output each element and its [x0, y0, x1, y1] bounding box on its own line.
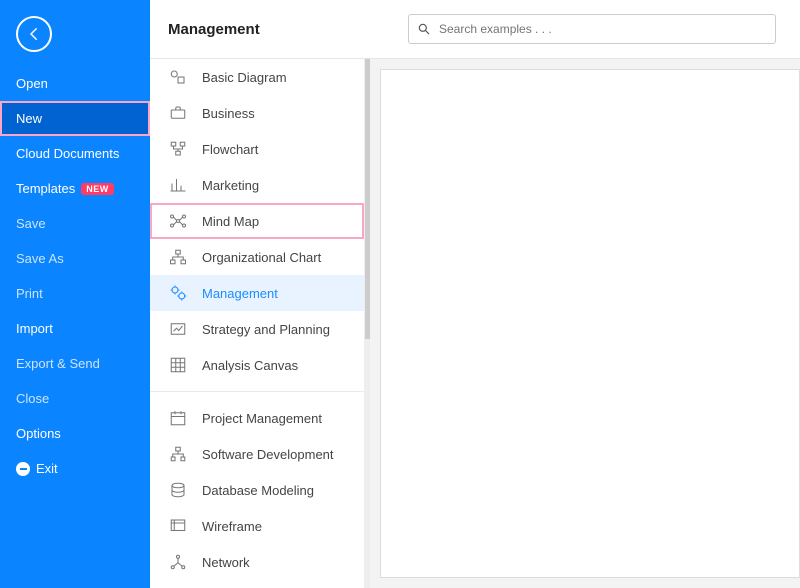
org-icon [168, 247, 188, 267]
sidebar-item-label: Save [16, 216, 46, 231]
bars-icon [168, 175, 188, 195]
category-scrollbar[interactable] [365, 59, 370, 588]
preview-canvas [380, 69, 800, 578]
main-panel: Management Basic Diagram Business [150, 0, 800, 588]
category-column: Basic Diagram Business Flowchart Marketi… [150, 59, 365, 588]
sidebar-item-label: Close [16, 391, 49, 406]
category-flowchart[interactable]: Flowchart [150, 131, 364, 167]
category-label: Analysis Canvas [202, 358, 298, 373]
preview-panel [370, 59, 800, 588]
category-basic-diagram[interactable]: Basic Diagram [150, 59, 364, 95]
sidebar-item-exit[interactable]: Exit [0, 451, 150, 486]
network-icon [168, 552, 188, 572]
sidebar-item-cloud-documents[interactable]: Cloud Documents [0, 136, 150, 171]
scrollbar-thumb[interactable] [365, 59, 370, 339]
trend-icon [168, 319, 188, 339]
category-analysis-canvas[interactable]: Analysis Canvas [150, 347, 364, 383]
search-box[interactable] [408, 14, 776, 44]
category-label: Project Management [202, 411, 322, 426]
content-row: Basic Diagram Business Flowchart Marketi… [150, 59, 800, 588]
sidebar-item-options[interactable]: Options [0, 416, 150, 451]
flowchart-icon [168, 139, 188, 159]
category-business[interactable]: Business [150, 95, 364, 131]
sidebar-item-label: Options [16, 426, 61, 441]
new-badge: NEW [81, 183, 114, 195]
category-label: Organizational Chart [202, 250, 321, 265]
gears-icon [168, 283, 188, 303]
sidebar-item-label: Import [16, 321, 53, 336]
sidebar: Open New Cloud Documents Templates NEW S… [0, 0, 150, 588]
sidebar-item-open[interactable]: Open [0, 66, 150, 101]
category-strategy-planning[interactable]: Strategy and Planning [150, 311, 364, 347]
category-label: Strategy and Planning [202, 322, 330, 337]
mindmap-icon [168, 211, 188, 231]
category-label: Software Development [202, 447, 334, 462]
category-network[interactable]: Network [150, 544, 364, 580]
grid-icon [168, 355, 188, 375]
minus-circle-icon [16, 462, 30, 476]
sidebar-item-label: Open [16, 76, 48, 91]
category-mind-map[interactable]: Mind Map [150, 203, 364, 239]
sidebar-item-new[interactable]: New [0, 101, 150, 136]
category-management[interactable]: Management [150, 275, 364, 311]
sidebar-item-save-as[interactable]: Save As [0, 241, 150, 276]
sidebar-item-label: Exit [36, 461, 58, 476]
category-wireframe[interactable]: Wireframe [150, 508, 364, 544]
category-software-development[interactable]: Software Development [150, 436, 364, 472]
category-marketing[interactable]: Marketing [150, 167, 364, 203]
sidebar-item-export-send[interactable]: Export & Send [0, 346, 150, 381]
sidebar-item-label: Export & Send [16, 356, 100, 371]
back-button[interactable] [16, 16, 52, 52]
sidebar-item-import[interactable]: Import [0, 311, 150, 346]
category-label: Network [202, 555, 250, 570]
category-label: Management [202, 286, 278, 301]
sidebar-item-label: New [16, 111, 42, 126]
sidebar-item-templates[interactable]: Templates NEW [0, 171, 150, 206]
sidebar-item-print[interactable]: Print [0, 276, 150, 311]
top-bar: Management [150, 0, 800, 59]
sidebar-item-save[interactable]: Save [0, 206, 150, 241]
search-input[interactable] [439, 22, 767, 36]
category-database-modeling[interactable]: Database Modeling [150, 472, 364, 508]
category-label: Marketing [202, 178, 259, 193]
sidebar-item-label: Cloud Documents [16, 146, 119, 161]
briefcase-icon [168, 103, 188, 123]
wireframe-icon [168, 516, 188, 536]
sidebar-item-label: Save As [16, 251, 64, 266]
sidebar-item-label: Templates [16, 181, 75, 196]
arrow-left-icon [25, 25, 43, 43]
sidebar-item-label: Print [16, 286, 43, 301]
category-organizational-chart[interactable]: Organizational Chart [150, 239, 364, 275]
sidebar-item-close[interactable]: Close [0, 381, 150, 416]
category-separator [150, 391, 364, 392]
category-label: Flowchart [202, 142, 258, 157]
category-label: Business [202, 106, 255, 121]
category-label: Database Modeling [202, 483, 314, 498]
database-icon [168, 480, 188, 500]
tree-icon [168, 444, 188, 464]
page-title: Management [168, 21, 388, 38]
shapes-icon [168, 67, 188, 87]
category-project-management[interactable]: Project Management [150, 400, 364, 436]
search-icon [417, 22, 431, 36]
category-label: Wireframe [202, 519, 262, 534]
category-label: Mind Map [202, 214, 259, 229]
category-label: Basic Diagram [202, 70, 287, 85]
calendar-icon [168, 408, 188, 428]
